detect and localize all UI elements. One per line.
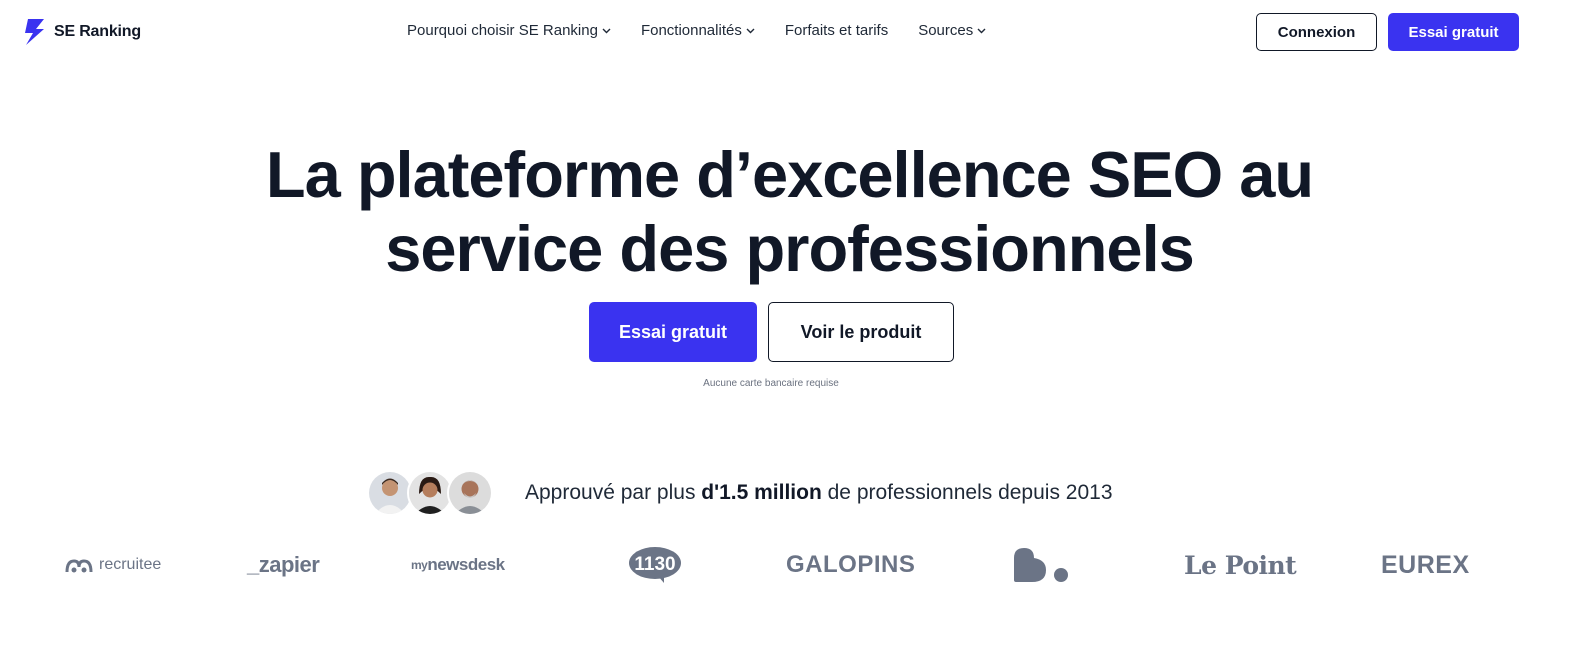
logo-1130-badge: 1130: [629, 547, 681, 583]
client-logos: recruitee _zapier my newsdesk 1130 GALOPI…: [0, 540, 1579, 590]
recruitee-icon: [65, 559, 93, 573]
proof-text-bold: d'1.5 million: [701, 481, 822, 504]
hero-cta-row: Essai gratuit Voir le produit: [589, 302, 954, 362]
site-header: SE Ranking Pourquoi choisir SE Ranking F…: [0, 0, 1579, 64]
nav-item-label: Forfaits et tarifs: [784, 22, 889, 39]
social-proof: Approuvé par plus d'1.5 million de profe…: [367, 470, 1113, 516]
proof-text-start: Approuvé par plus: [525, 481, 702, 504]
chevron-down-icon: [602, 28, 611, 33]
hero-title: La plateforme d’excellence SEO au servic…: [0, 138, 1579, 286]
header-trial-button[interactable]: Essai gratuit: [1388, 13, 1519, 51]
logo-eurex: EUREX: [1381, 550, 1470, 579]
view-product-button[interactable]: Voir le produit: [768, 302, 954, 362]
chevron-down-icon: [746, 28, 755, 33]
hero-trial-button[interactable]: Essai gratuit: [589, 302, 757, 362]
logo-mynewsdesk-prefix: my: [411, 558, 428, 572]
logo-text: SE Ranking: [54, 23, 141, 40]
logo-mynewsdesk-main: newsdesk: [427, 555, 505, 574]
no-card-note: Aucune carte bancaire requise: [703, 378, 839, 389]
logo-zapier: _zapier: [247, 552, 320, 577]
proof-text-end: de professionnels depuis 2013: [821, 481, 1113, 504]
main-nav: Pourquoi choisir SE Ranking Fonctionnali…: [407, 22, 1016, 39]
logo-1130-text: 1130: [634, 554, 675, 575]
login-button[interactable]: Connexion: [1256, 13, 1377, 51]
logo-mynewsdesk: my newsdesk: [411, 540, 505, 590]
logo[interactable]: SE Ranking: [22, 17, 141, 47]
avatar: [447, 470, 493, 516]
logo-recruitee: recruitee: [65, 540, 161, 590]
nav-item-label: Pourquoi choisir SE Ranking: [407, 22, 598, 39]
nav-item-pourquoi[interactable]: Pourquoi choisir SE Ranking: [407, 22, 611, 39]
hero-title-line2: service des professionnels: [385, 212, 1195, 285]
logo-lepoint: Le Point: [1184, 550, 1297, 580]
avatar-group: [367, 470, 493, 516]
hero-title-line1: La plateforme d’excellence SEO au: [265, 138, 1314, 211]
logo-recruitee-text: recruitee: [99, 556, 162, 573]
logo-1130: 1130: [628, 540, 682, 590]
nav-item-forfaits[interactable]: Forfaits et tarifs: [785, 22, 888, 39]
nav-item-label: Sources: [918, 22, 974, 39]
nav-item-fonctionnalites[interactable]: Fonctionnalités: [641, 22, 755, 39]
proof-text: Approuvé par plus d'1.5 million de profe…: [525, 481, 1113, 505]
se-ranking-logo-icon: [25, 19, 44, 45]
chevron-down-icon: [977, 28, 986, 33]
nav-item-label: Fonctionnalités: [640, 22, 742, 39]
logo-blob-icon: [1012, 540, 1072, 590]
logo-galopins: GALOPINS: [786, 551, 916, 578]
nav-item-sources[interactable]: Sources: [918, 22, 986, 39]
